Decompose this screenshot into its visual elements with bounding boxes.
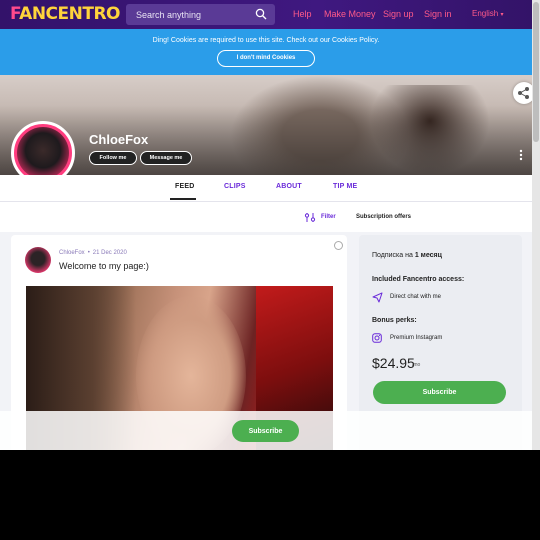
fancentro-logo[interactable]: FANCENTRO	[10, 4, 121, 24]
share-icon	[518, 87, 529, 99]
page-viewport: FANCENTRO Help Make Money Sign up Sign i…	[0, 0, 532, 450]
subscription-offers-heading: Subscription offers	[356, 214, 412, 220]
cookie-banner-text: Ding! Cookies are required to use this s…	[152, 37, 380, 44]
meta-separator: •	[87, 250, 90, 256]
info-icon[interactable]	[334, 241, 343, 250]
included-item: Direct chat with me	[390, 294, 442, 300]
filter-icon[interactable]	[304, 212, 316, 223]
bonus-item: Premium Instagram	[390, 335, 443, 341]
more-vertical-icon[interactable]	[518, 149, 524, 161]
tab-about[interactable]: ABOUT	[276, 183, 302, 190]
profile-name: ChloeFox	[89, 132, 149, 147]
top-navigation: FANCENTRO Help Make Money Sign up Sign i…	[0, 0, 532, 29]
instagram-icon	[372, 333, 382, 343]
offer-period: Подписка на 1 месяц	[372, 252, 442, 259]
share-button[interactable]	[513, 82, 532, 104]
sticky-subscribe-bar: Subscribe	[0, 411, 532, 450]
profile-tabs: FEED CLIPS ABOUT TIP ME	[0, 175, 532, 202]
nav-sign-up-link[interactable]: Sign up	[383, 9, 414, 19]
offer-period-prefix: Подписка на	[372, 252, 415, 259]
post-meta: ChloeFox • 21 Dec 2020	[59, 250, 127, 256]
post-title: Welcome to my page:)	[59, 261, 149, 271]
logo-f: F	[10, 4, 20, 24]
offer-period-duration: 1 месяц	[414, 252, 442, 259]
sticky-subscribe-button[interactable]: Subscribe	[232, 420, 299, 442]
search-icon[interactable]	[255, 8, 267, 20]
tab-tip-me[interactable]: TIP ME	[333, 183, 357, 190]
nav-sign-in-link[interactable]: Sign in	[424, 9, 452, 19]
filter-button[interactable]: Filter	[321, 214, 336, 220]
language-selector[interactable]: English ▾	[472, 9, 504, 18]
nav-make-money-link[interactable]: Make Money	[324, 9, 376, 19]
search-box	[126, 4, 275, 25]
message-button[interactable]: Message me	[140, 151, 192, 165]
follow-button[interactable]: Follow me	[89, 151, 137, 165]
avatar-photo	[17, 127, 69, 179]
bonus-perks-title: Bonus perks:	[372, 317, 417, 324]
cookie-banner: Ding! Cookies are required to use this s…	[0, 29, 532, 75]
post-date: 21 Dec 2020	[92, 250, 127, 256]
scrollbar-thumb[interactable]	[533, 2, 539, 142]
tab-clips[interactable]: CLIPS	[224, 183, 246, 190]
chevron-down-icon: ▾	[500, 12, 504, 18]
send-icon	[372, 292, 383, 303]
language-label: English	[472, 9, 499, 18]
filter-bar: Filter Subscription offers	[0, 202, 532, 232]
cover-photo	[0, 75, 532, 175]
cover-shade	[0, 75, 532, 175]
offer-price: $24.95	[372, 355, 415, 371]
tab-feed[interactable]: FEED	[175, 183, 194, 190]
subscribe-button[interactable]: Subscribe	[373, 381, 506, 404]
post-author-avatar[interactable]	[25, 247, 51, 273]
page-scrollbar[interactable]	[532, 0, 540, 450]
accept-cookies-button[interactable]: I don't mind Cookies	[217, 50, 315, 67]
price-unit: /mo	[412, 362, 421, 368]
logo-rest: ANCENTRO	[19, 4, 121, 24]
included-access-title: Included Fancentro access:	[372, 276, 465, 283]
nav-help-link[interactable]: Help	[293, 9, 312, 19]
post-author[interactable]: ChloeFox	[59, 250, 85, 256]
search-input[interactable]	[126, 4, 275, 25]
active-tab-indicator	[170, 198, 196, 200]
